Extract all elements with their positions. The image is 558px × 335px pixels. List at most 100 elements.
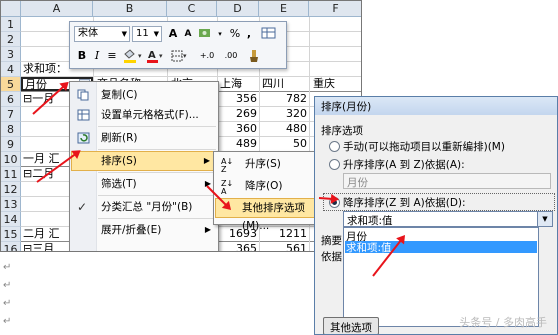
paragraph-mark: ↵ (3, 316, 12, 327)
row-header[interactable]: 14 (1, 212, 21, 227)
sort-options-group-label: 排序选项 (321, 125, 363, 137)
grow-font-button[interactable]: A (166, 26, 180, 42)
borders-icon: ▾ (171, 50, 187, 62)
ascending-sort-radio[interactable] (329, 159, 340, 170)
row-header[interactable]: 3 (1, 47, 21, 62)
format-painter-button[interactable] (260, 26, 278, 42)
table-cell[interactable]: 360 (217, 122, 257, 136)
table-cell[interactable]: 365 (217, 242, 257, 251)
table-cell[interactable]: 561 (259, 242, 307, 251)
row-header[interactable]: 7 (1, 107, 21, 122)
copy-icon (77, 89, 89, 101)
menu-item-subtotal[interactable]: ✓ 分类汇总 "月份"(B) (71, 197, 216, 217)
row-header[interactable]: 15 (1, 227, 21, 242)
subtotal-label[interactable]: 一月 汇 (23, 152, 60, 166)
chongqing-header[interactable]: 重庆 (313, 77, 335, 91)
brush-button[interactable] (246, 48, 262, 64)
table-cell[interactable]: 782 (259, 92, 307, 106)
group-label[interactable]: ⊟三月 (23, 242, 54, 251)
submenu-item-label: 升序(S) (245, 158, 281, 170)
row-header[interactable]: 16 (1, 242, 21, 251)
context-menu: 复制(C) 设置单元格格式(F)... 刷新(R) 排序(S) ▶ 筛选(T) … (69, 81, 219, 251)
chevron-down-icon: ▼ (153, 30, 159, 38)
checkmark-icon: ✓ (77, 200, 88, 214)
pivot-value-label[interactable]: 求和项： (23, 62, 67, 76)
row-header[interactable]: 1 (1, 17, 21, 32)
row-header[interactable]: 2 (1, 32, 21, 47)
currency-format-button[interactable] (198, 26, 214, 42)
subtotal-label[interactable]: 二月 汇 (23, 227, 60, 241)
corner-cell[interactable] (1, 1, 21, 17)
svg-text:▾: ▾ (183, 52, 187, 60)
font-color-button[interactable]: A ▾ (146, 48, 166, 64)
menu-item-expand-collapse[interactable]: 展开/折叠(E) ▶ (71, 220, 216, 240)
menu-item-refresh[interactable]: 刷新(R) (71, 128, 216, 148)
sichuan-header[interactable]: 四川 (262, 77, 284, 91)
increase-decimal-button[interactable]: +.0 (196, 48, 218, 64)
fill-color-button[interactable]: ▾ (122, 48, 144, 64)
menu-item-label: 刷新(R) (101, 132, 138, 144)
svg-text:▾: ▾ (159, 52, 163, 60)
month-header: 月份 (25, 78, 47, 91)
ascending-field-select[interactable]: 月份 (343, 173, 551, 189)
italic-button[interactable]: I (92, 48, 102, 64)
table-cell[interactable]: 320 (259, 107, 307, 121)
sort-descending-icon: Z↓ A (221, 179, 234, 196)
menu-item-sort[interactable]: 排序(S) ▶ (71, 151, 216, 171)
menu-item-copy[interactable]: 复制(C) (71, 85, 216, 105)
font-size-value: 11 (136, 28, 149, 39)
column-header-f[interactable]: F (309, 1, 361, 17)
table-cell[interactable]: 269 (217, 107, 257, 121)
column-header-d[interactable]: D (217, 1, 259, 17)
menu-item-filter[interactable]: 筛选(T) ▶ (71, 174, 216, 194)
row-header[interactable]: 11 (1, 167, 21, 182)
column-header-c[interactable]: C (167, 1, 217, 17)
row-header[interactable]: 13 (1, 197, 21, 212)
menu-item-label: 复制(C) (101, 89, 138, 101)
menu-item-label: 展开/折叠(E) (101, 224, 162, 236)
submenu-item-label: 其他排序选项(M)... (242, 202, 305, 232)
chevron-down-icon[interactable]: ▼ (537, 212, 552, 226)
submenu-item-sort-descending[interactable]: Z↓ A 降序(O) (215, 176, 315, 196)
dropdown-option-label: 求和项:值 (346, 242, 392, 254)
more-options-button[interactable]: 其他选项 (323, 317, 379, 334)
table-cell[interactable]: 489 (217, 137, 257, 151)
align-center-button[interactable]: ≡ (106, 48, 118, 64)
menu-item-format-cells[interactable]: 设置单元格格式(F)... (71, 105, 216, 125)
table-cell[interactable]: 50 (259, 137, 307, 151)
table-cell[interactable]: 480 (259, 122, 307, 136)
menu-item-label: 筛选(T) (101, 178, 137, 190)
currency-icon (199, 29, 210, 37)
column-header-a[interactable]: A (21, 1, 93, 17)
decrease-decimal-button[interactable]: .00 (220, 48, 242, 64)
row-header[interactable]: 5 (1, 77, 21, 92)
row-header[interactable]: 6 (1, 92, 21, 107)
borders-button[interactable]: ▾ (170, 48, 190, 64)
manual-sort-radio[interactable] (329, 141, 340, 152)
comma-button[interactable]: , (244, 26, 254, 42)
font-name-select[interactable]: 宋体 ▼ (74, 26, 130, 42)
font-name-value: 宋体 (78, 28, 98, 39)
bold-button[interactable]: B (76, 48, 88, 64)
watermark: 头条号 / 多肉高手 (459, 316, 547, 329)
row-header[interactable]: 12 (1, 182, 21, 197)
row-header[interactable]: 4 (1, 62, 21, 77)
menu-item-label: 分类汇总 "月份"(B) (101, 201, 193, 213)
dropdown-option-selected[interactable]: 求和项:值 (345, 241, 537, 254)
descending-field-select[interactable]: 求和项:值 ▼ (343, 211, 553, 227)
shrink-font-button[interactable]: A (182, 26, 194, 42)
ascending-sort-label: 升序排序(A 到 Z)依据(A): (343, 159, 465, 171)
shanghai-header[interactable]: 上海 (220, 77, 242, 91)
submenu-item-sort-ascending[interactable]: A↓ Z 升序(S) (215, 154, 315, 174)
row-header[interactable]: 8 (1, 122, 21, 137)
percent-button[interactable]: % (228, 26, 242, 42)
column-header-e[interactable]: E (259, 1, 309, 17)
table-cell[interactable]: 356 (217, 92, 257, 106)
row-header[interactable]: 10 (1, 152, 21, 167)
font-size-select[interactable]: 11 ▼ (132, 26, 162, 42)
menu-item-label: 排序(S) (101, 155, 137, 167)
column-header-b[interactable]: B (93, 1, 167, 17)
row-header[interactable]: 9 (1, 137, 21, 152)
currency-dropdown[interactable]: ▾ (216, 26, 224, 42)
refresh-icon (77, 132, 90, 144)
